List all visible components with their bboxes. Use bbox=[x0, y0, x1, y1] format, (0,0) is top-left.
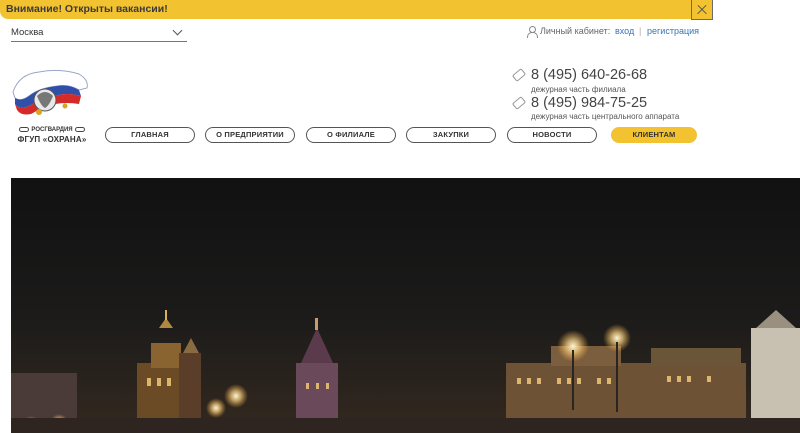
phone-icon bbox=[511, 68, 527, 83]
nav-home[interactable]: ГЛАВНАЯ bbox=[105, 127, 195, 143]
register-link[interactable]: регистрация bbox=[647, 26, 699, 36]
pill-right-icon bbox=[74, 127, 85, 132]
phone-central[interactable]: 8 (495) 984-75-25 bbox=[511, 95, 647, 111]
nav-procurement[interactable]: ЗАКУПКИ bbox=[406, 127, 496, 143]
logo-caption-rosgvardia: РОСГВАРДИЯ bbox=[16, 127, 88, 133]
nav-news[interactable]: НОВОСТИ bbox=[507, 127, 597, 143]
phone-branch-number[interactable]: 8 (495) 640-26-68 bbox=[531, 67, 647, 83]
phone-branch-caption: дежурная часть филиала bbox=[531, 85, 626, 94]
logo-caption-fgup: ФГУП «ОХРАНА» bbox=[17, 135, 87, 144]
rosgvardia-logo[interactable] bbox=[9, 62, 93, 120]
city-select[interactable]: Москва bbox=[11, 25, 187, 42]
phone-central-number[interactable]: 8 (495) 984-75-25 bbox=[531, 95, 647, 111]
login-link[interactable]: вход bbox=[615, 26, 634, 36]
nav-about-branch[interactable]: О ФИЛИАЛЕ bbox=[306, 127, 396, 143]
vacancy-alert-bar[interactable]: Внимание! Открыты вакансии! bbox=[0, 0, 713, 20]
nav-about-company[interactable]: О ПРЕДПРИЯТИИ bbox=[205, 127, 295, 143]
account-label: Личный кабинет: bbox=[540, 26, 611, 36]
hero-night-city-image bbox=[11, 178, 800, 433]
alert-text[interactable]: Внимание! Открыты вакансии! bbox=[6, 3, 168, 15]
logo-line1: РОСГВАРДИЯ bbox=[31, 127, 73, 134]
phone-central-caption: дежурная часть центрального аппарата bbox=[531, 112, 680, 121]
phone-icon bbox=[511, 96, 527, 111]
nav-clients[interactable]: КЛИЕНТАМ bbox=[611, 127, 697, 143]
city-select-value: Москва bbox=[11, 27, 44, 38]
close-icon[interactable] bbox=[691, 0, 713, 20]
phone-branch[interactable]: 8 (495) 640-26-68 bbox=[511, 67, 647, 83]
chevron-down-icon bbox=[172, 25, 183, 36]
user-icon bbox=[526, 26, 538, 38]
pill-left-icon bbox=[19, 127, 30, 132]
account-separator: | bbox=[639, 26, 642, 36]
